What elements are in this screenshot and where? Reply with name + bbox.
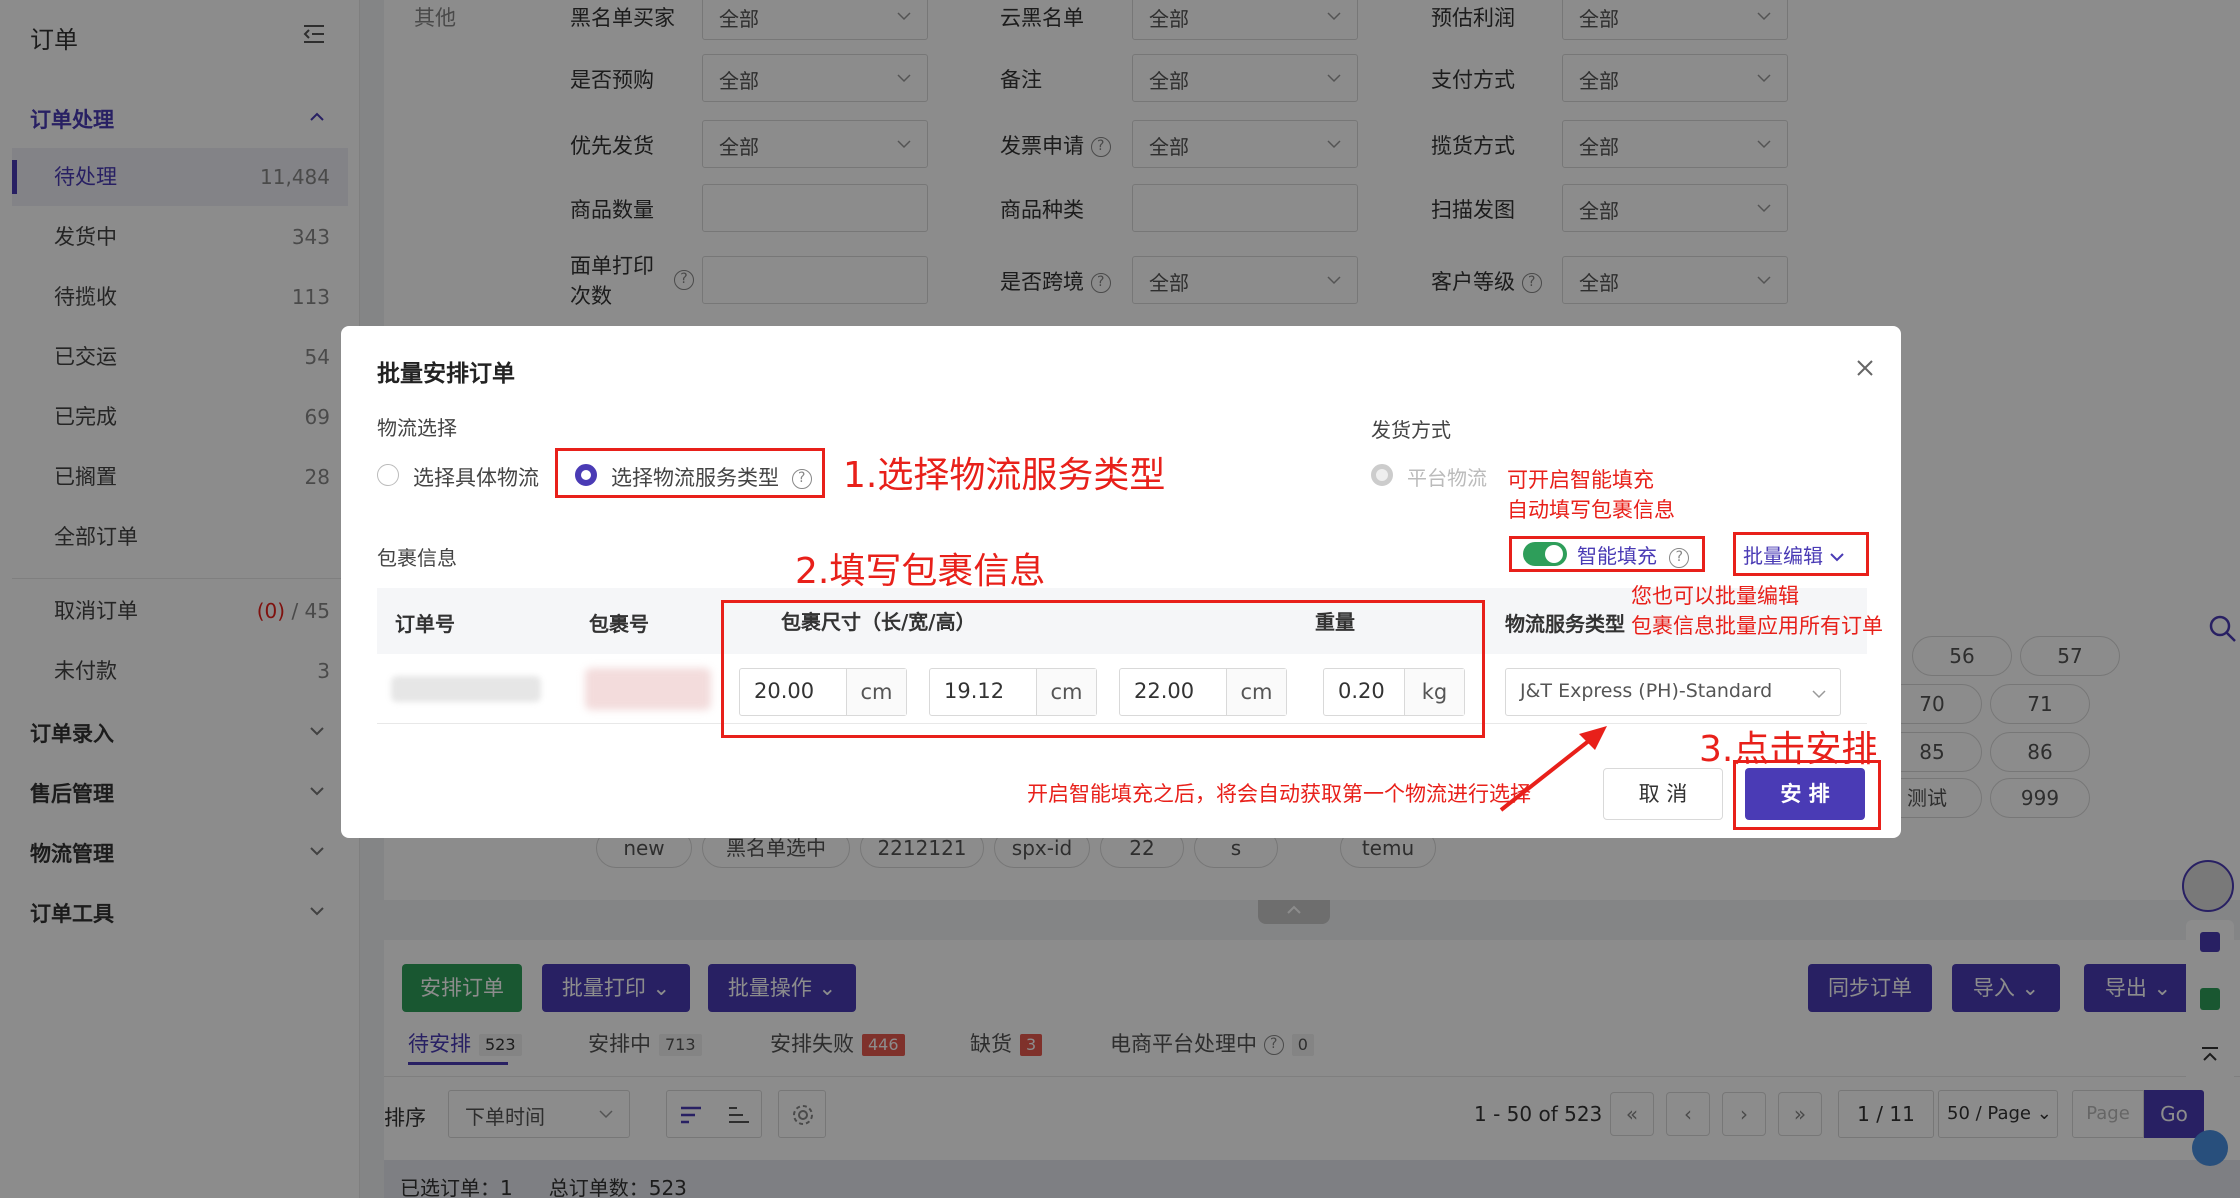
close-icon[interactable] xyxy=(1855,358,1875,378)
chevron-down-icon xyxy=(1812,690,1826,699)
package-info-label: 包裹信息 xyxy=(377,546,457,570)
logistics-label: 物流选择 xyxy=(377,416,457,440)
highlight-box-package-info xyxy=(721,600,1485,738)
annotation-step1: 1.选择物流服务类型 xyxy=(843,455,1166,496)
radio-specific-logistics[interactable]: 选择具体物流 xyxy=(377,462,539,492)
radio-circle-disabled xyxy=(1371,464,1393,486)
order-no-blurred xyxy=(391,676,541,702)
highlight-box-batch-edit xyxy=(1733,532,1869,576)
radio-platform-logistics: 平台物流 xyxy=(1371,462,1487,491)
col-order-no: 订单号 xyxy=(395,612,455,636)
service-type-select[interactable]: J&T Express (PH)-Standard xyxy=(1505,668,1841,716)
modal-title: 批量安排订单 xyxy=(377,361,515,387)
highlight-box-arrange xyxy=(1733,760,1881,830)
annotation-step2: 2.填写包裹信息 xyxy=(795,551,1046,592)
col-package-no: 包裹号 xyxy=(589,612,649,636)
annotation-auto-note: 开启智能填充之后，将会自动获取第一个物流进行选择 xyxy=(1027,782,1531,806)
col-service-type: 物流服务类型 xyxy=(1505,612,1625,636)
radio-circle xyxy=(377,464,399,486)
highlight-box-smart-fill xyxy=(1509,536,1705,572)
annotation-smart-note-1: 可开启智能填充 xyxy=(1507,468,1654,492)
select-value: J&T Express (PH)-Standard xyxy=(1520,680,1773,702)
batch-arrange-modal: 批量安排订单 物流选择 选择具体物流 选择物流服务类型 ? 发货方式 平台物流 … xyxy=(341,326,1901,838)
annotation-batch-note-1: 您也可以批量编辑 xyxy=(1631,584,1799,608)
radio-label: 选择具体物流 xyxy=(413,466,539,490)
annotation-smart-note-2: 自动填写包裹信息 xyxy=(1507,498,1675,522)
annotation-batch-note-2: 包裹信息批量应用所有订单 xyxy=(1631,614,1883,638)
package-no-blurred xyxy=(585,668,711,710)
highlight-box-service-type xyxy=(555,448,825,498)
arrow-annotation-icon xyxy=(1499,726,1607,812)
ship-method-label: 发货方式 xyxy=(1371,418,1451,442)
radio-label: 平台物流 xyxy=(1407,466,1487,490)
cancel-button[interactable]: 取 消 xyxy=(1603,768,1723,820)
